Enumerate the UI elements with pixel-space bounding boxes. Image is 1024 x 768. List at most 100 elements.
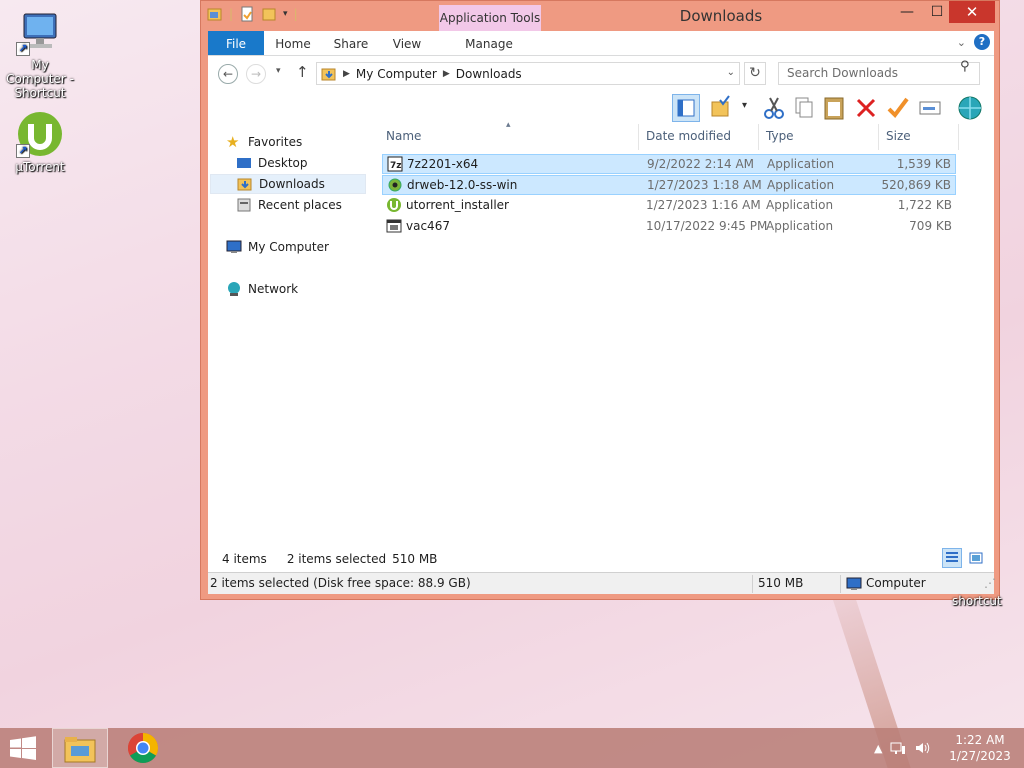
file-type: Application (767, 178, 835, 192)
search-input[interactable]: Search Downloads (778, 62, 980, 85)
layout-pane-button[interactable] (672, 94, 700, 122)
column-header-type[interactable]: Type (766, 129, 794, 143)
column-header-name[interactable]: Name (386, 129, 421, 143)
column-header-date[interactable]: Date modified (646, 129, 731, 143)
search-icon[interactable]: ⚲ (960, 59, 988, 74)
nav-item-my-computer[interactable]: My Computer (226, 237, 366, 257)
qat-separator: | (229, 7, 234, 21)
taskbar-chrome[interactable] (115, 728, 171, 768)
clock-date: 1/27/2023 (949, 749, 1011, 763)
taskbar: ▲ 1:22 AM 1/27/2023 (0, 728, 1024, 768)
application-icon (386, 219, 402, 233)
computer-icon (226, 240, 242, 253)
svg-text:7z: 7z (390, 161, 402, 171)
delete-button[interactable] (852, 94, 880, 122)
recent-locations-icon[interactable]: ▾ (276, 66, 281, 76)
address-dropdown-icon[interactable]: ⌄ (727, 67, 735, 78)
status-bar-info: 2 items selected (Disk free space: 88.9 … (210, 576, 471, 590)
show-hidden-icons-icon[interactable]: ▲ (874, 742, 882, 755)
nav-item-downloads[interactable]: Downloads (210, 174, 366, 194)
breadcrumb-downloads[interactable]: Downloads (456, 67, 522, 81)
desktop-icon-label: My Computer - Shortcut (6, 58, 74, 100)
start-button[interactable] (8, 736, 38, 760)
properties-button[interactable] (916, 94, 944, 122)
application-tools-context-tab: Application Tools (439, 5, 541, 31)
tab-manage[interactable]: Manage (448, 31, 530, 55)
file-explorer-icon (64, 737, 96, 763)
clock[interactable]: 1:22 AM 1/27/2023 (944, 732, 1016, 764)
window-title: Downloads (679, 7, 763, 25)
file-row[interactable]: utorrent_installer 1/27/2023 1:16 AM App… (382, 196, 956, 216)
desktop-icon-utorrent[interactable]: ↗ µTorrent (0, 110, 80, 174)
star-icon: ★ (226, 133, 240, 151)
forward-button[interactable]: → (246, 64, 266, 84)
windows-logo-icon (10, 736, 36, 760)
folder-check-icon (711, 95, 730, 117)
file-size: 1,539 KB (896, 157, 951, 171)
title-bar[interactable]: | ▾ | Application Tools Downloads — ☐ ✕ (201, 1, 999, 31)
explorer-window: | ▾ | Application Tools Downloads — ☐ ✕ … (200, 0, 1000, 600)
details-view-button[interactable] (942, 548, 962, 568)
chrome-icon (127, 733, 159, 764)
resize-grip-icon[interactable]: ⋰ (984, 576, 996, 590)
file-type: Application (766, 219, 834, 233)
downloads-folder-icon (237, 178, 252, 191)
rename-button[interactable] (884, 94, 912, 122)
file-row[interactable]: vac467 10/17/2022 9:45 PM Application 70… (382, 217, 956, 237)
nav-item-favorites[interactable]: ★ Favorites (226, 132, 366, 152)
shortcut-arrow-icon: ↗ (16, 42, 30, 56)
status-divider (840, 575, 841, 593)
taskbar-file-explorer[interactable] (52, 728, 108, 768)
tab-share[interactable]: Share (326, 31, 376, 55)
tab-view[interactable]: View (384, 31, 430, 55)
downloads-folder-icon (321, 68, 336, 80)
network-tray-icon[interactable] (890, 740, 906, 756)
expand-ribbon-icon[interactable]: ⌄ (957, 36, 966, 49)
close-button[interactable]: ✕ (949, 1, 995, 23)
help-icon[interactable]: ? (974, 34, 990, 50)
column-separator[interactable] (638, 124, 639, 150)
paste-button[interactable] (820, 94, 848, 122)
globe-icon (958, 96, 982, 120)
nav-item-label: Favorites (248, 135, 303, 149)
minimize-button[interactable]: — (893, 1, 921, 23)
column-header-size[interactable]: Size (886, 129, 911, 143)
new-document-icon[interactable] (239, 6, 255, 22)
delete-x-icon (856, 98, 876, 118)
large-icons-view-icon (969, 552, 983, 564)
large-icons-view-button[interactable] (966, 548, 986, 568)
back-button[interactable]: ← (218, 64, 238, 84)
nav-item-recent-places[interactable]: Recent places (236, 195, 366, 215)
nav-item-desktop[interactable]: Desktop (236, 153, 366, 173)
file-size: 709 KB (909, 219, 952, 233)
file-size: 1,722 KB (897, 198, 952, 212)
column-separator[interactable] (758, 124, 759, 150)
desktop-icon-my-computer[interactable]: ↗ My Computer - Shortcut (0, 8, 80, 100)
file-name: drweb-12.0-ss-win (407, 178, 518, 192)
qat-dropdown-icon[interactable]: ▾ (283, 9, 288, 19)
cut-button[interactable] (760, 94, 788, 122)
column-separator[interactable] (958, 124, 959, 150)
maximize-button[interactable]: ☐ (923, 1, 951, 23)
globe-button[interactable] (956, 94, 984, 122)
folder-properties-icon[interactable] (207, 6, 223, 22)
nav-item-label: My Computer (248, 240, 329, 254)
volume-icon[interactable] (914, 740, 930, 756)
column-separator[interactable] (878, 124, 879, 150)
file-row[interactable]: drweb-12.0-ss-win 1/27/2023 1:18 AM Appl… (382, 175, 956, 195)
folder-options-dropdown-icon[interactable]: ▾ (742, 100, 747, 111)
copy-button[interactable] (790, 94, 818, 122)
selected-count: 2 items selected (286, 552, 387, 566)
address-bar[interactable]: ▶ My Computer ▶ Downloads ⌄ (316, 62, 740, 85)
breadcrumb-my-computer[interactable]: My Computer (356, 67, 437, 81)
drweb-spider-icon (388, 178, 402, 192)
new-folder-icon[interactable] (261, 6, 277, 22)
tab-home[interactable]: Home (268, 31, 318, 55)
up-arrow-icon[interactable]: ↑ (296, 63, 309, 81)
folder-options-button[interactable] (708, 94, 736, 122)
nav-item-network[interactable]: Network (226, 279, 366, 299)
file-row[interactable]: 7z 7z2201-x64 9/2/2022 2:14 AM Applicati… (382, 154, 956, 174)
tab-file[interactable]: File (208, 31, 264, 55)
refresh-button[interactable]: ↻ (744, 62, 766, 85)
file-date: 1/27/2023 1:18 AM (647, 178, 762, 192)
